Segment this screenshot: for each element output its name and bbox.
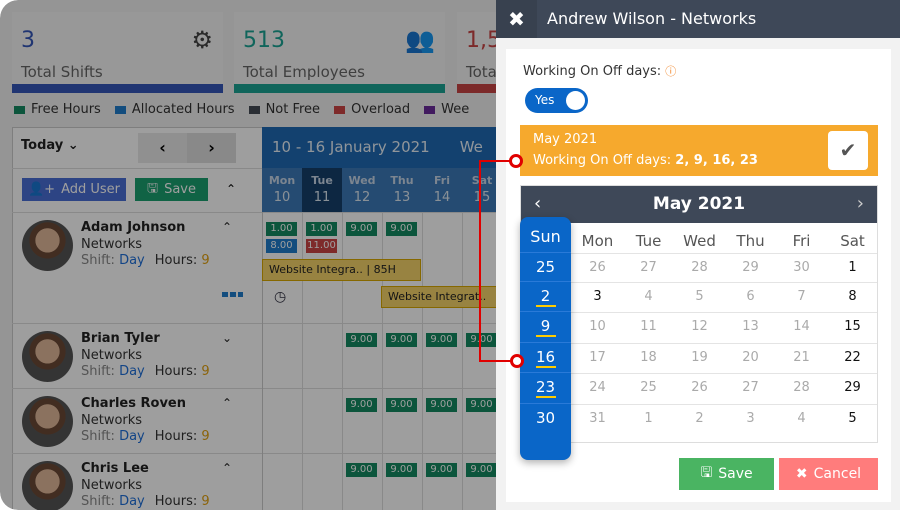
calendar-day[interactable]: 8 [827,289,878,304]
panel-save-button[interactable]: 🖫 Save [679,458,774,490]
calendar-day[interactable]: 19 [674,350,725,365]
calendar-day[interactable]: 24 [572,380,623,395]
calendar-day[interactable]: 28 [674,260,725,275]
close-icon: ✖ [795,466,808,482]
sunday-day-selected[interactable]: 9 [520,317,571,337]
sunday-day-selected[interactable]: 2 [520,287,571,307]
calendar-day[interactable]: 6 [725,289,776,304]
panel-title: Andrew Wilson - Networks [547,9,757,28]
calendar-day[interactable]: 27 [725,380,776,395]
calendar-day[interactable]: 26 [572,260,623,275]
calendar-day[interactable]: 21 [776,350,827,365]
calendar-day[interactable]: 29 [725,260,776,275]
calendar-day[interactable]: 5 [674,289,725,304]
panel-cancel-button[interactable]: ✖ Cancel [779,458,878,490]
calendar-day[interactable]: 12 [674,319,725,334]
floppy-icon: 🖫 [700,465,713,481]
calendar-day[interactable]: 2 [674,411,725,426]
calendar-day[interactable]: 11 [623,319,674,334]
weekday-label: Mon [581,232,614,250]
calendar-day[interactable]: 13 [725,319,776,334]
calendar-day[interactable]: 5 [827,411,878,426]
calendar-day[interactable]: 25 [623,380,674,395]
weekday-label: Sat [840,232,865,250]
calendar-day[interactable]: 3 [572,289,623,304]
calendar-day[interactable]: 20 [725,350,776,365]
calendar-day[interactable]: 14 [776,319,827,334]
toggle-knob [566,91,585,110]
calendar-day[interactable]: 7 [776,289,827,304]
calendar-day[interactable]: 28 [776,380,827,395]
next-month-button[interactable]: › [857,193,864,214]
sunday-day[interactable]: 25 [520,258,571,276]
weekday-label: Thu [736,232,765,250]
calendar-day[interactable]: 18 [623,350,674,365]
calendar-day[interactable]: 22 [827,350,878,365]
calendar-day[interactable]: 30 [776,260,827,275]
employee-side-panel: ✖ Andrew Wilson - Networks Working On Of… [496,0,900,510]
sunday-day-selected[interactable]: 16 [520,348,571,368]
calendar-day[interactable]: 4 [776,411,827,426]
sunday-column-highlight: Sun 25 2 9 16 23 30 [520,217,571,460]
close-icon[interactable]: ✖ [496,0,537,38]
panel-header: ✖ Andrew Wilson - Networks [496,0,900,38]
working-off-days-toggle[interactable]: Yes [525,88,588,113]
sunday-day[interactable]: 30 [520,409,571,427]
help-icon[interactable]: ⓘ [665,65,676,78]
calendar-day[interactable]: 17 [572,350,623,365]
modal-overlay [0,0,496,510]
calendar-day[interactable]: 15 [827,319,878,334]
calendar-day[interactable]: 1 [827,260,878,275]
weekday-label: Fri [792,232,811,250]
calendar-day[interactable]: 26 [674,380,725,395]
weekday-label: Tue [635,232,662,250]
calendar: ‹ May 2021 › Mon Tue Wed Thu Fri Sat 26 27 28 29 3… [520,185,878,443]
banner-month: May 2021 [533,132,598,147]
weekday-label: Wed [683,232,716,250]
selection-banner: May 2021 Working On Off days: 2, 9, 16, … [520,125,878,176]
confirm-check-button[interactable]: ✔ [828,131,868,170]
calendar-day[interactable]: 3 [725,411,776,426]
calendar-month: May 2021 [652,194,746,214]
weekday-label: Sun [530,227,561,246]
calendar-day[interactable]: 27 [623,260,674,275]
calendar-day[interactable]: 1 [623,411,674,426]
calendar-day[interactable]: 10 [572,319,623,334]
panel-body: Working On Off days: ⓘ Yes May 2021 Work… [506,49,891,502]
calendar-header: ‹ May 2021 › [521,186,877,223]
banner-days: Working On Off days: 2, 9, 16, 23 [533,153,758,168]
calendar-day[interactable]: 31 [572,411,623,426]
calendar-day[interactable]: 4 [623,289,674,304]
calendar-day[interactable]: 29 [827,380,878,395]
scheduler-background: 3 Total Shifts ⚙ 513 Total Employees 👥 1… [0,0,496,510]
working-off-days-label: Working On Off days: ⓘ [523,64,677,79]
sunday-day-selected[interactable]: 23 [520,378,571,398]
